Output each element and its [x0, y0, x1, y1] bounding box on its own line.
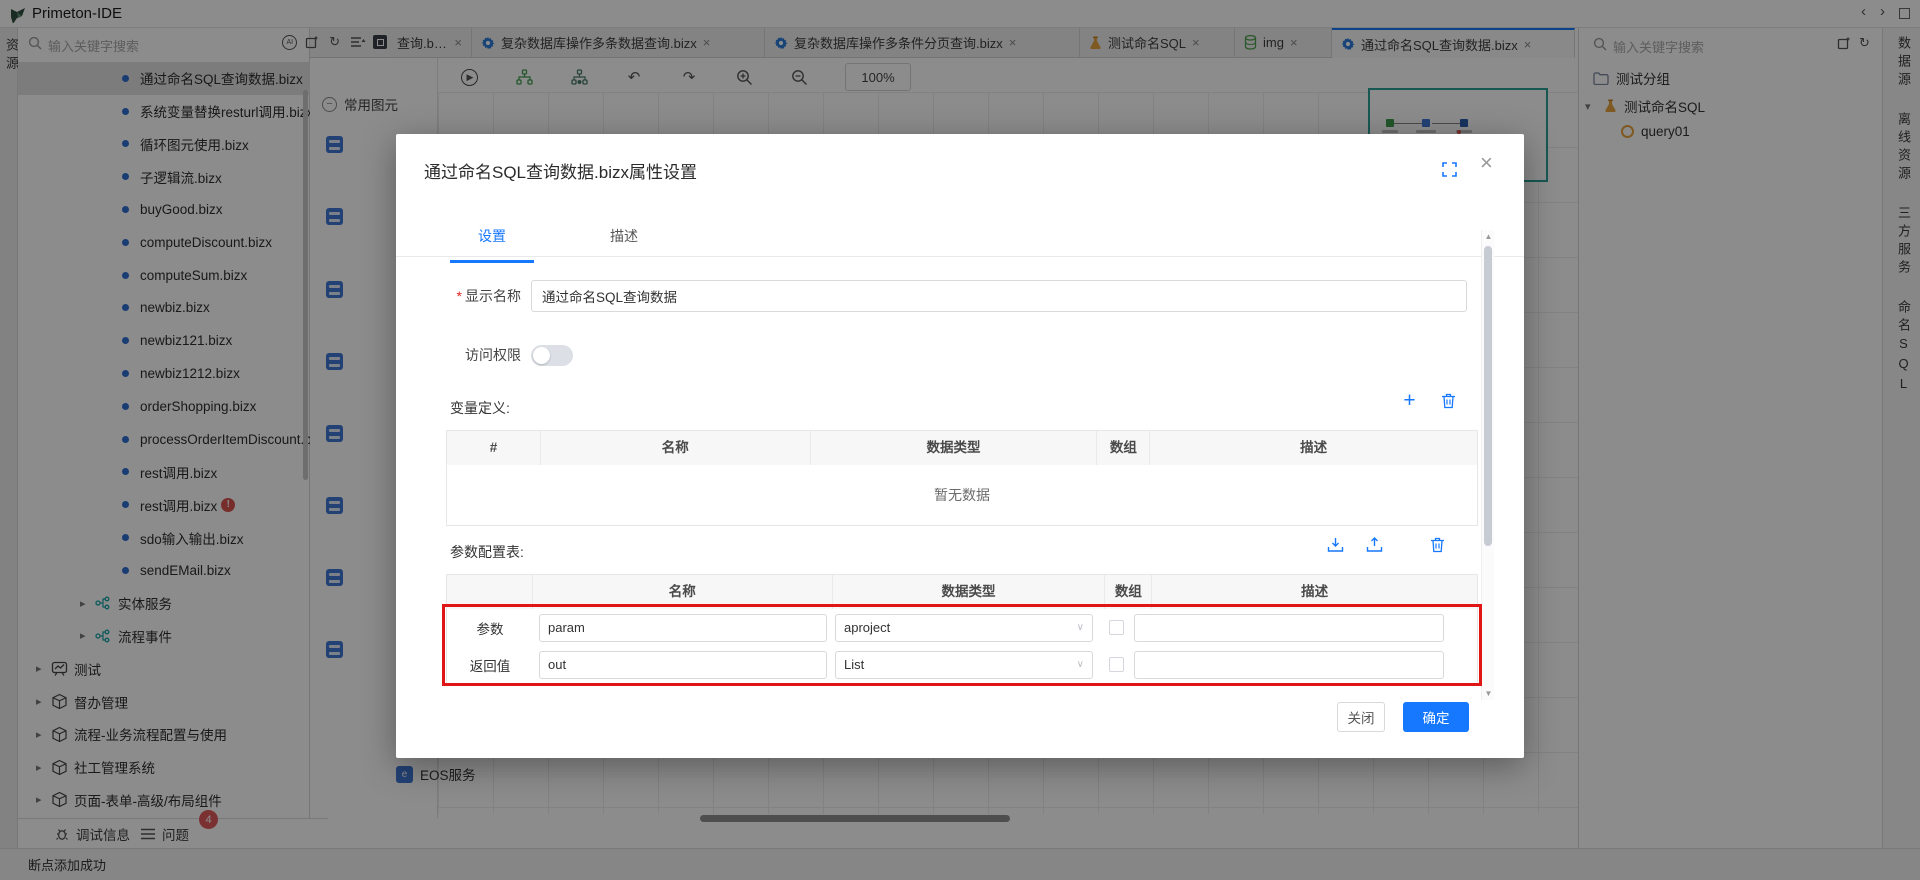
param-type-select[interactable]: List∨	[835, 651, 1093, 679]
variables-section-title: 变量定义:	[450, 398, 510, 418]
param-name-input[interactable]	[539, 614, 827, 642]
param-array-checkbox[interactable]	[1109, 620, 1124, 635]
param-desc-input[interactable]	[1134, 651, 1444, 679]
close-button[interactable]: 关闭	[1337, 702, 1385, 732]
scroll-down-icon[interactable]: ▼	[1482, 689, 1495, 698]
close-icon[interactable]: ×	[1480, 150, 1493, 176]
variables-table: # 名称 数据类型 数组 描述 暂无数据	[446, 430, 1478, 526]
param-desc-input[interactable]	[1134, 614, 1444, 642]
scroll-up-icon[interactable]: ▲	[1482, 232, 1495, 241]
chevron-down-icon: ∨	[1077, 659, 1084, 670]
param-array-checkbox[interactable]	[1109, 657, 1124, 672]
toggle-knob	[533, 347, 550, 364]
access-toggle[interactable]	[531, 345, 573, 366]
app-window: Primeton-IDE ‹ › 资源 输入关键字搜索 通过命名SQL查询数据.…	[0, 0, 1920, 880]
empty-data-text: 暂无数据	[447, 465, 1477, 525]
variables-table-header: # 名称 数据类型 数组 描述	[447, 431, 1477, 465]
param-row-label: 返回值	[447, 655, 533, 675]
import-icon[interactable]	[1327, 536, 1344, 553]
expand-icon[interactable]	[1442, 162, 1457, 177]
params-table: 名称 数据类型 数组 描述 参数 aproject∨ 返回值 List∨	[446, 574, 1478, 684]
required-mark: *	[457, 288, 462, 304]
tab-description[interactable]: 描述	[582, 226, 666, 263]
access-label: 访问权限	[396, 345, 521, 365]
params-section-title: 参数配置表:	[450, 542, 524, 562]
display-name-input[interactable]	[531, 280, 1467, 312]
scrollbar-thumb[interactable]	[1484, 246, 1492, 546]
chevron-down-icon: ∨	[1077, 622, 1084, 633]
tab-settings[interactable]: 设置	[450, 226, 534, 263]
dialog-footer: 关闭 确定	[396, 702, 1524, 732]
add-variable-icon[interactable]: +	[1401, 392, 1418, 409]
param-row-label: 参数	[447, 618, 533, 638]
properties-dialog: 通过命名SQL查询数据.bizx属性设置 × 设置 描述 *显示名称 访问权限 …	[396, 134, 1524, 758]
dialog-scrollbar[interactable]: ▲ ▼	[1481, 230, 1494, 700]
export-icon[interactable]	[1366, 536, 1383, 553]
param-row: 返回值 List∨	[447, 646, 1477, 683]
tabs-divider	[396, 256, 1524, 257]
param-row: 参数 aproject∨	[447, 609, 1477, 646]
delete-param-icon[interactable]	[1429, 536, 1446, 553]
dialog-title: 通过命名SQL查询数据.bizx属性设置	[424, 158, 697, 183]
dialog-tabs: 设置 描述	[450, 226, 666, 263]
param-type-select[interactable]: aproject∨	[835, 614, 1093, 642]
delete-variable-icon[interactable]	[1440, 392, 1457, 409]
confirm-button[interactable]: 确定	[1403, 702, 1469, 732]
display-name-label: *显示名称	[396, 286, 521, 306]
params-table-header: 名称 数据类型 数组 描述	[447, 575, 1477, 609]
param-name-input[interactable]	[539, 651, 827, 679]
